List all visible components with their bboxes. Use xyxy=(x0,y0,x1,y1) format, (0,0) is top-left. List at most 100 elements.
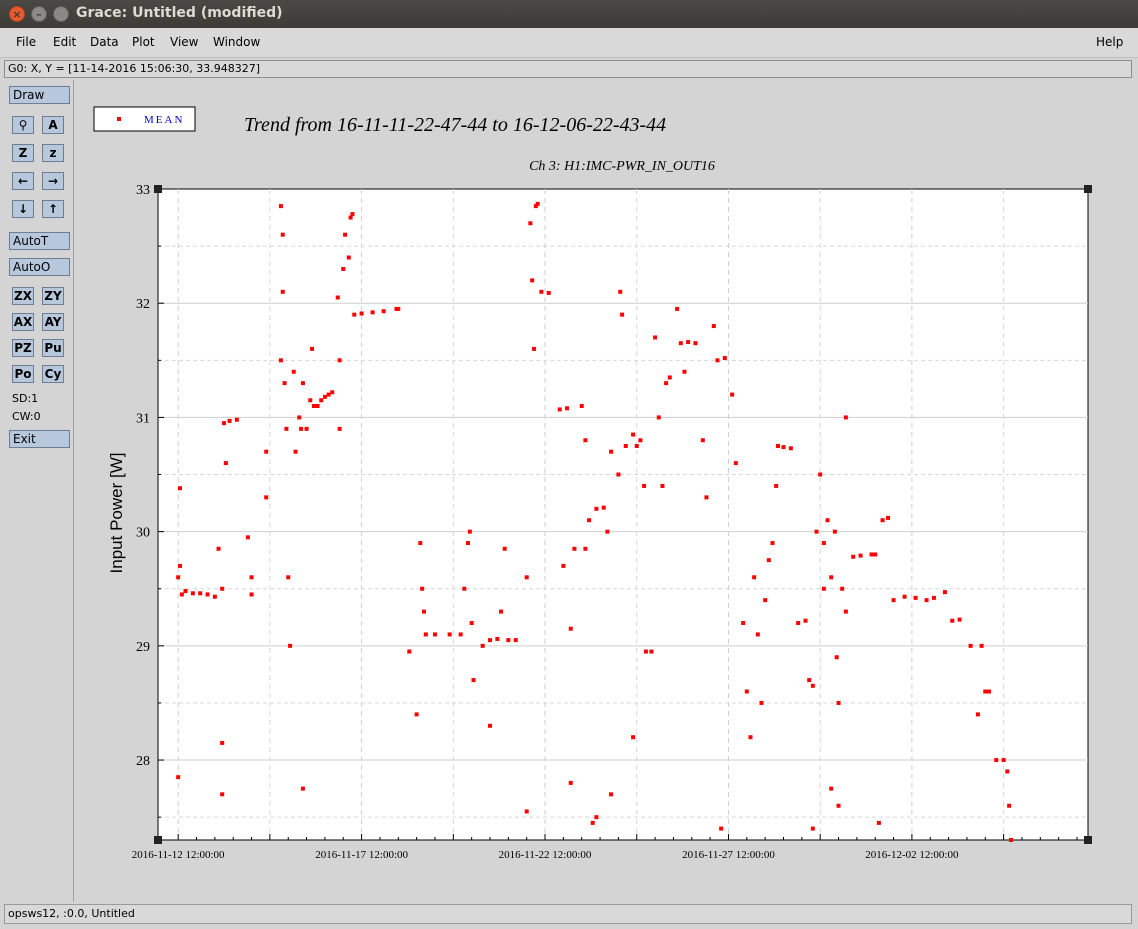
trend-chart[interactable]: MEAN Trend from 16-11-11-22-47-44 to 16-… xyxy=(77,80,1132,902)
data-point xyxy=(803,618,808,623)
plot-canvas[interactable]: MEAN Trend from 16-11-11-22-47-44 to 16-… xyxy=(77,80,1132,902)
data-point xyxy=(348,215,353,220)
data-point xyxy=(447,632,452,637)
current-world-label: CW:0 xyxy=(12,410,41,423)
data-point xyxy=(829,575,834,580)
pz-button[interactable]: PZ xyxy=(12,339,34,357)
menu-file[interactable]: File xyxy=(16,35,36,49)
data-point xyxy=(220,740,225,745)
menu-window[interactable]: Window xyxy=(213,35,260,49)
data-point xyxy=(840,586,845,591)
selection-handle-bottom-left[interactable] xyxy=(154,836,162,844)
data-point xyxy=(748,735,753,740)
menu-edit[interactable]: Edit xyxy=(53,35,76,49)
data-point xyxy=(994,758,999,763)
ay-button[interactable]: AY xyxy=(42,313,64,331)
data-point xyxy=(495,636,500,641)
cy-button[interactable]: Cy xyxy=(42,365,64,383)
x-tick-label: 2016-11-27 12:00:00 xyxy=(682,849,775,861)
data-point xyxy=(924,598,929,603)
data-point xyxy=(675,306,680,311)
data-point xyxy=(288,643,293,648)
data-point xyxy=(249,592,254,597)
data-point xyxy=(942,590,947,595)
data-point xyxy=(352,312,357,317)
data-point xyxy=(741,621,746,625)
data-point xyxy=(1007,803,1012,808)
data-point xyxy=(620,312,625,317)
data-point xyxy=(618,289,623,294)
legend-label: MEAN xyxy=(144,114,184,126)
data-point xyxy=(814,529,819,534)
minimize-window-button[interactable]: – xyxy=(31,6,47,22)
data-point xyxy=(420,586,425,591)
menu-help[interactable]: Help xyxy=(1096,35,1123,49)
data-point xyxy=(300,786,305,791)
exit-button[interactable]: Exit xyxy=(9,430,70,448)
data-point xyxy=(337,426,342,431)
selection-handle-bottom-right[interactable] xyxy=(1084,836,1092,844)
data-point xyxy=(766,558,771,563)
data-point xyxy=(205,592,210,597)
data-point xyxy=(264,495,269,500)
legend-marker xyxy=(117,117,121,121)
data-point xyxy=(568,626,573,631)
data-point xyxy=(700,438,705,443)
data-point xyxy=(931,595,936,600)
data-point xyxy=(1001,758,1006,763)
data-point xyxy=(590,820,595,825)
zx-button[interactable]: ZX xyxy=(12,287,34,305)
data-point xyxy=(561,563,566,568)
pu-button[interactable]: Pu xyxy=(42,339,64,357)
data-point xyxy=(583,546,588,551)
data-point xyxy=(319,398,324,403)
zoom-in-icon[interactable]: Z xyxy=(12,144,34,162)
data-point xyxy=(634,443,639,448)
data-point xyxy=(396,306,401,311)
zoom-out-icon[interactable]: z xyxy=(42,144,64,162)
data-point xyxy=(594,815,599,820)
y-tick-label: 30 xyxy=(136,526,150,541)
arrow-right-icon[interactable]: → xyxy=(42,172,64,190)
po-button[interactable]: Po xyxy=(12,365,34,383)
data-point xyxy=(656,415,661,420)
arrow-up-icon[interactable]: ↑ xyxy=(42,200,64,218)
data-point xyxy=(506,638,511,643)
zoom-icon[interactable]: ⚲ xyxy=(12,116,34,134)
selection-handle-top-right[interactable] xyxy=(1084,185,1092,193)
arrow-down-icon[interactable]: ↓ xyxy=(12,200,34,218)
data-point xyxy=(843,415,848,420)
menu-data[interactable]: Data xyxy=(90,35,119,49)
zy-button[interactable]: ZY xyxy=(42,287,64,305)
draw-button[interactable]: Draw xyxy=(9,86,70,104)
data-point xyxy=(667,375,672,380)
data-point xyxy=(532,346,537,351)
data-point xyxy=(245,535,250,540)
data-point xyxy=(370,310,375,315)
plot-area[interactable] xyxy=(157,188,1089,841)
autot-button[interactable]: AutoT xyxy=(9,232,70,250)
selection-handle-top-left[interactable] xyxy=(154,185,162,193)
close-window-button[interactable]: × xyxy=(9,6,25,22)
data-point xyxy=(776,443,780,448)
data-point xyxy=(715,358,720,363)
data-point xyxy=(642,483,647,488)
data-point xyxy=(546,290,551,295)
data-point xyxy=(1005,769,1010,774)
data-point xyxy=(264,449,269,454)
autoo-button[interactable]: AutoO xyxy=(9,258,70,276)
ax-button[interactable]: AX xyxy=(12,313,34,331)
data-point xyxy=(330,390,335,395)
menu-plot[interactable]: Plot xyxy=(132,35,155,49)
data-point xyxy=(227,418,232,423)
arrow-left-icon[interactable]: ← xyxy=(12,172,34,190)
x-tick-label: 2016-11-22 12:00:00 xyxy=(499,849,592,861)
data-point xyxy=(821,586,826,591)
autoscale-text-icon[interactable]: A xyxy=(42,116,64,134)
data-point xyxy=(524,809,529,814)
menu-view[interactable]: View xyxy=(170,35,198,49)
data-point xyxy=(643,649,648,654)
maximize-window-button[interactable] xyxy=(53,6,69,22)
data-point xyxy=(686,340,691,345)
data-point xyxy=(407,649,412,654)
